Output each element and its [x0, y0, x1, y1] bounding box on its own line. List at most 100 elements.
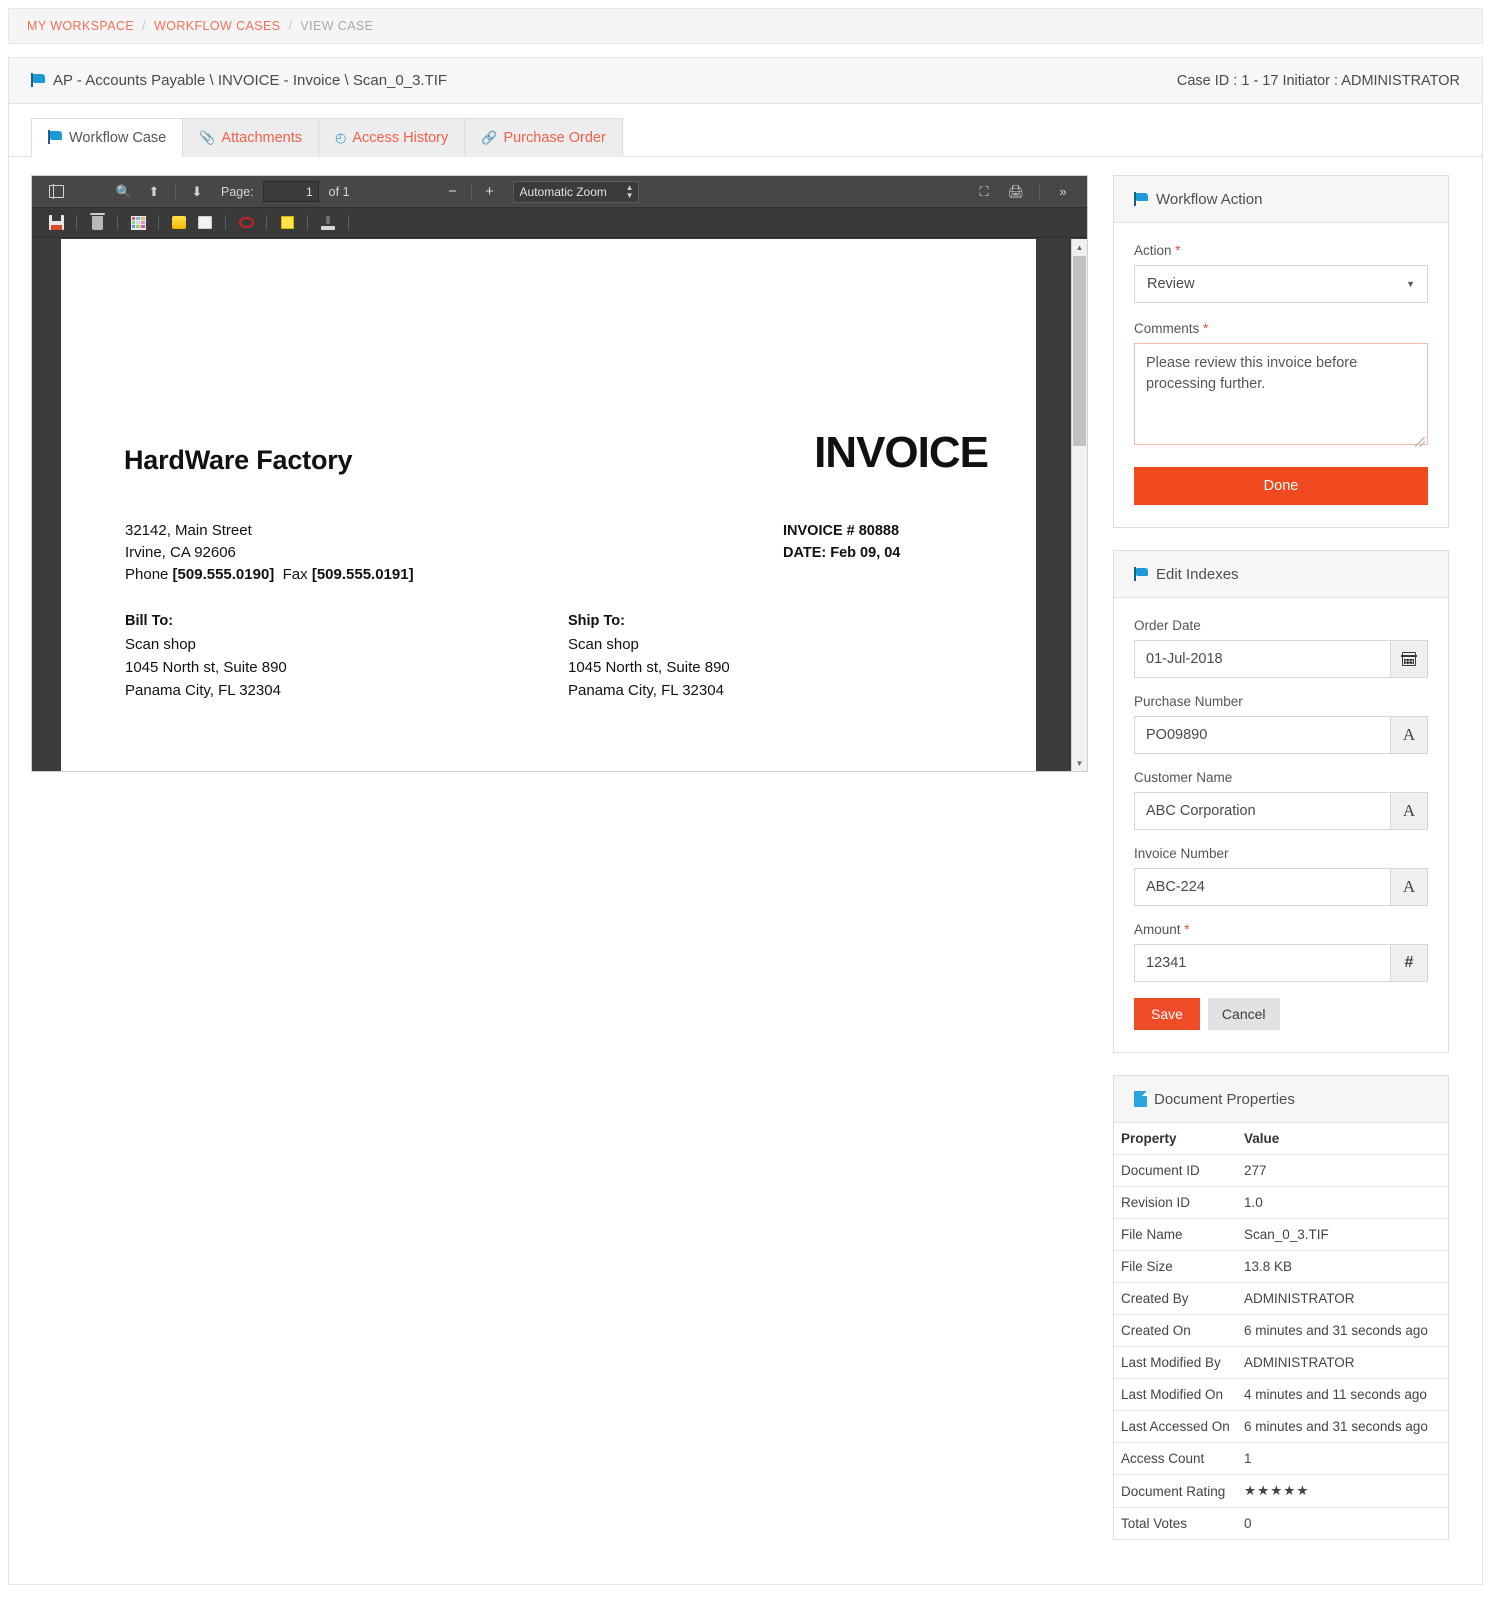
main-panel: AP - Accounts Payable \ INVOICE - Invoic…: [8, 57, 1483, 1585]
link-icon: 🔗: [481, 130, 498, 145]
scroll-down-icon[interactable]: ▼: [1072, 755, 1087, 771]
white-box-icon[interactable]: [192, 212, 218, 234]
document-properties-table: Property Value Document ID 277 Revision I…: [1114, 1123, 1448, 1539]
next-page-icon[interactable]: ⬇: [183, 180, 211, 204]
table-row: Last Modified By ADMINISTRATOR: [1114, 1346, 1448, 1379]
content-area: 🔍 ⬆ ⬇ Page: of 1 − + Automatic Zoom ▲▼: [9, 157, 1482, 1584]
invoice-address-line1: 32142, Main Street: [125, 522, 252, 539]
page-title: AP - Accounts Payable \ INVOICE - Invoic…: [31, 72, 447, 89]
breadcrumb: MY WORKSPACE / WORKFLOW CASES / VIEW CAS…: [8, 8, 1483, 44]
document-properties-header: Document Properties: [1114, 1076, 1448, 1123]
bill-to-city: Panama City, FL 32304: [125, 682, 281, 699]
search-icon[interactable]: 🔍: [110, 180, 138, 204]
tab-workflow-case[interactable]: Workflow Case: [31, 118, 184, 157]
scroll-up-icon[interactable]: ▲: [1072, 239, 1087, 255]
breadcrumb-item-workflow-cases[interactable]: WORKFLOW CASES: [154, 19, 280, 33]
trash-icon[interactable]: [84, 212, 110, 234]
color-palette-icon[interactable]: [125, 212, 151, 234]
document-icon: [1134, 1091, 1147, 1107]
ship-to-name: Scan shop: [568, 636, 639, 653]
comments-textarea[interactable]: [1134, 343, 1428, 445]
toolbar-divider: [470, 183, 472, 200]
invoice-meta: INVOICE # 80888 DATE: Feb 09, 04: [783, 520, 900, 564]
toolbar-divider: [225, 215, 226, 230]
table-row: File Size 13.8 KB: [1114, 1250, 1448, 1283]
page-wrapper: MY WORKSPACE / WORKFLOW CASES / VIEW CAS…: [0, 8, 1491, 1585]
text-type-icon[interactable]: A: [1390, 792, 1428, 830]
sticky-note-icon[interactable]: [274, 212, 300, 234]
annotation-toolbar: [32, 208, 1087, 238]
save-button[interactable]: Save: [1134, 998, 1200, 1030]
viewer-scrollbar[interactable]: ▲ ▼: [1071, 239, 1087, 771]
chevron-updown-icon: ▲ ▼: [625, 182, 634, 200]
page-title-text: AP - Accounts Payable \ INVOICE - Invoic…: [53, 72, 448, 89]
print-icon[interactable]: 🖨: [1002, 180, 1030, 204]
table-row: Total Votes 0: [1114, 1507, 1448, 1539]
tab-purchase-order[interactable]: 🔗 Purchase Order: [464, 118, 623, 157]
property-name: Last Accessed On: [1114, 1410, 1238, 1443]
input-group: A: [1134, 716, 1428, 754]
input-group: #: [1134, 944, 1428, 982]
calendar-icon[interactable]: [1390, 640, 1428, 678]
table-row: Document Rating ★★★★★: [1114, 1474, 1448, 1508]
scroll-thumb[interactable]: [1073, 256, 1086, 446]
order-date-input[interactable]: [1134, 640, 1390, 678]
invoice-phone-label: Phone: [125, 566, 169, 583]
customer-name-input[interactable]: [1134, 792, 1390, 830]
number-type-icon[interactable]: #: [1390, 944, 1428, 982]
stamp-icon[interactable]: [315, 212, 341, 234]
tab-access-history[interactable]: ◴ Access History: [318, 118, 466, 157]
property-name: Last Modified By: [1114, 1346, 1238, 1379]
amount-input[interactable]: [1134, 944, 1390, 982]
yellow-highlight-icon[interactable]: [166, 212, 192, 234]
text-type-icon[interactable]: A: [1390, 716, 1428, 754]
zoom-out-button[interactable]: −: [440, 180, 466, 204]
comments-label-text: Comments: [1134, 321, 1200, 336]
property-name: Document Rating: [1114, 1474, 1238, 1508]
invoice-company-address: 32142, Main Street Irvine, CA 92606 Phon…: [125, 520, 414, 586]
breadcrumb-item-view-case: VIEW CASE: [300, 19, 374, 33]
zoom-select[interactable]: Automatic Zoom ▲ ▼: [512, 180, 639, 203]
done-button[interactable]: Done: [1134, 467, 1428, 505]
sidebar: Workflow Action Action * Review ▼ Commen…: [1113, 175, 1449, 1562]
breadcrumb-item-my-workspace[interactable]: MY WORKSPACE: [27, 19, 134, 33]
toolbar-divider: [266, 215, 267, 230]
document-scroll-area[interactable]: HardWare Factory 32142, Main Street Irvi…: [32, 239, 1087, 771]
property-name: Last Modified On: [1114, 1378, 1238, 1411]
previous-page-icon[interactable]: ⬆: [140, 180, 168, 204]
toolbar-divider: [76, 215, 77, 230]
document-rating-stars[interactable]: ★★★★★: [1238, 1474, 1448, 1508]
text-type-icon[interactable]: A: [1390, 868, 1428, 906]
flag-icon: [1134, 191, 1149, 207]
red-ellipse-icon[interactable]: [233, 212, 259, 234]
workflow-action-body: Action * Review ▼ Comments * Please revi…: [1114, 223, 1448, 527]
action-select[interactable]: Review ▼: [1134, 265, 1428, 303]
purchase-number-input[interactable]: [1134, 716, 1390, 754]
property-name: Created On: [1114, 1314, 1238, 1347]
tab-attachments[interactable]: 📎 Attachments: [182, 118, 320, 157]
comments-wrapper: [1134, 343, 1428, 450]
column-header-property: Property: [1121, 1131, 1177, 1146]
zoom-in-button[interactable]: +: [477, 180, 503, 204]
property-value: ADMINISTRATOR: [1238, 1282, 1448, 1315]
fullscreen-icon[interactable]: ⛶: [970, 180, 998, 204]
invoice-phone-value: [509.555.0190]: [172, 566, 275, 583]
save-icon[interactable]: [43, 212, 69, 234]
property-value: 1: [1238, 1442, 1448, 1475]
breadcrumb-separator: /: [142, 19, 147, 33]
sidebar-toggle-icon[interactable]: [42, 180, 70, 204]
edit-indexes-body: Order Date Purchase Number A: [1114, 598, 1448, 1052]
cancel-button[interactable]: Cancel: [1207, 998, 1280, 1030]
edit-indexes-title: Edit Indexes: [1156, 565, 1239, 583]
table-row: Access Count 1: [1114, 1442, 1448, 1475]
invoice-address-line2: Irvine, CA 92606: [125, 544, 236, 561]
property-value: 0: [1238, 1507, 1448, 1539]
property-name: File Name: [1114, 1218, 1238, 1251]
toolbar-divider: [1039, 183, 1040, 200]
invoice-number-input[interactable]: [1134, 868, 1390, 906]
page-number-input[interactable]: [262, 181, 319, 202]
property-name: Access Count: [1114, 1442, 1238, 1475]
field-amount: Amount * #: [1134, 922, 1428, 982]
more-tools-icon[interactable]: »: [1049, 180, 1077, 204]
workflow-action-header: Workflow Action: [1114, 176, 1448, 223]
